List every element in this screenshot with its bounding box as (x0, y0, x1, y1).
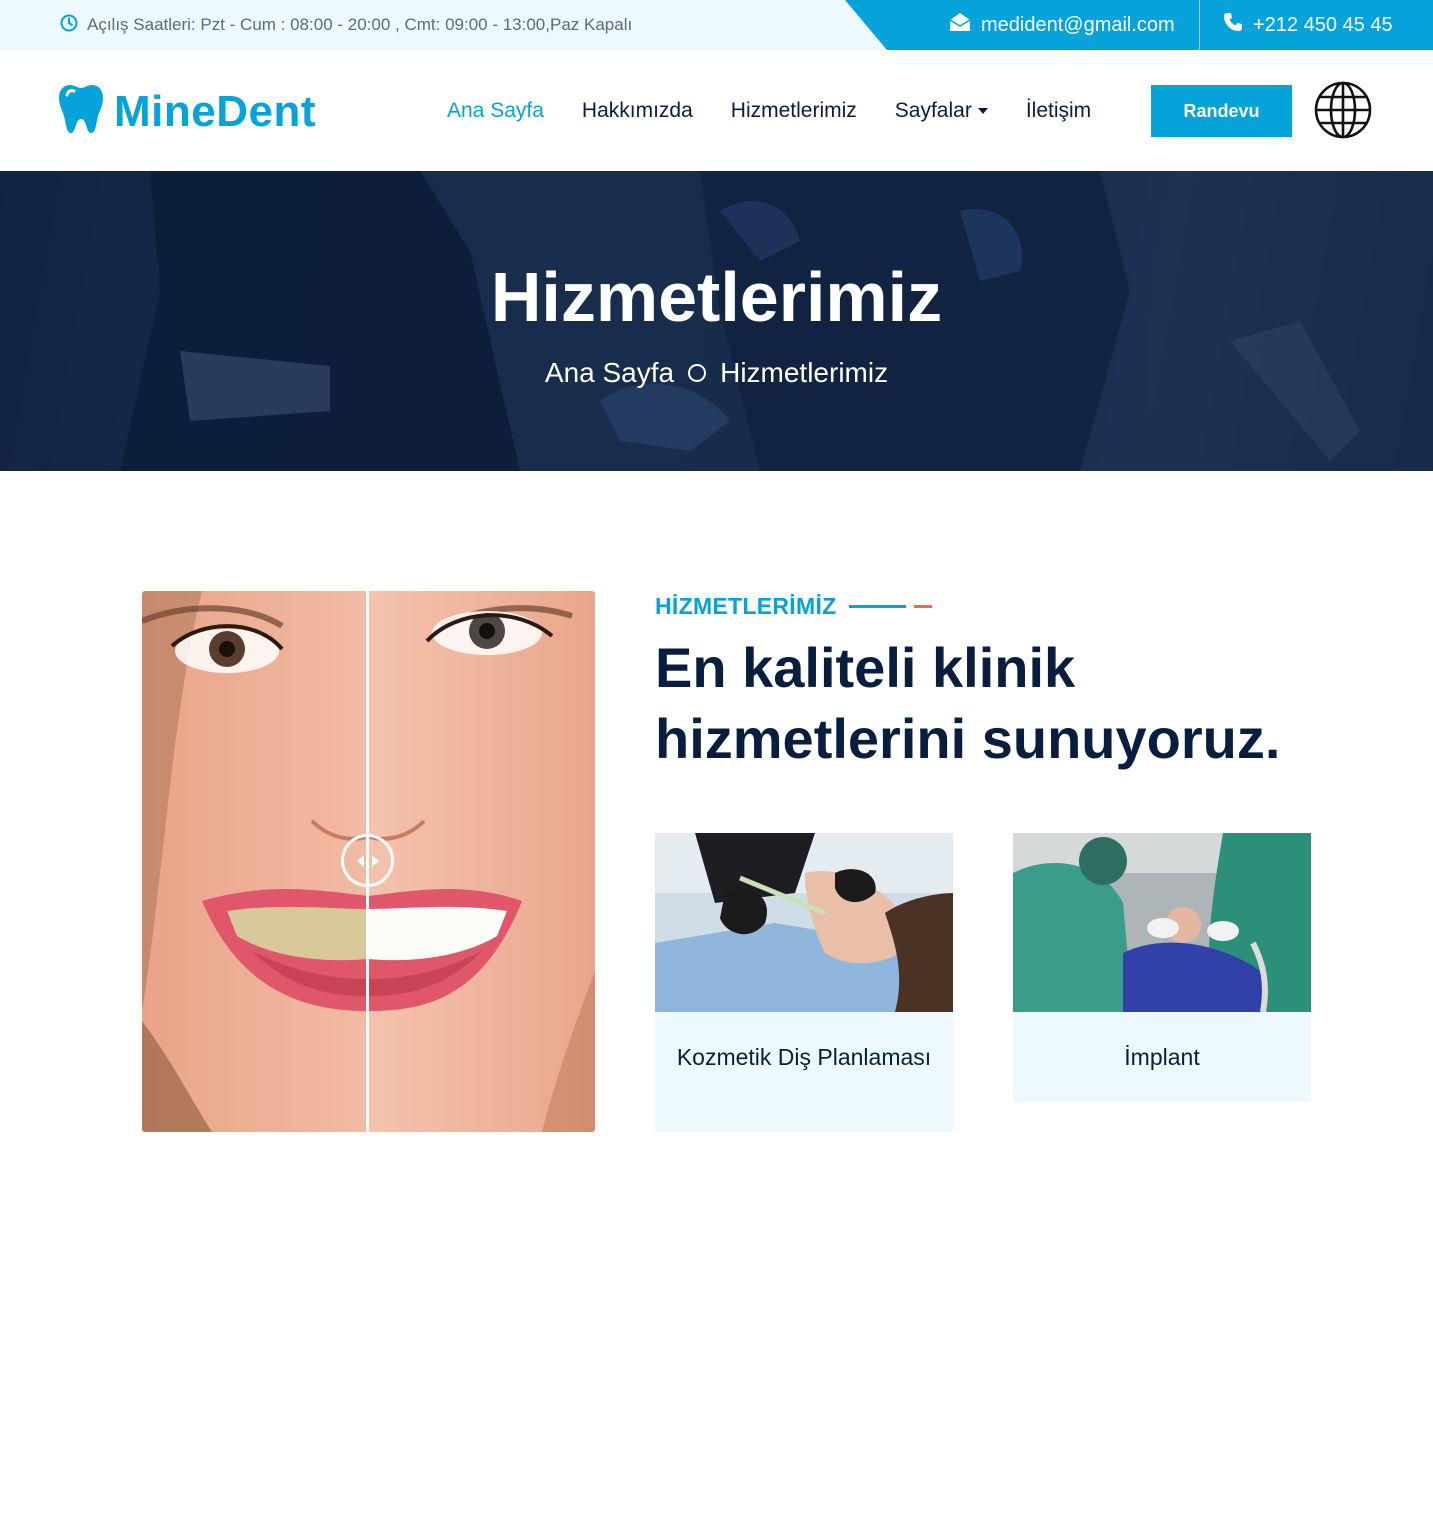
contact-bar: medident@gmail.com +212 450 45 45 (845, 0, 1433, 50)
service-card-implant[interactable]: İmplant (1013, 833, 1311, 1102)
section-kicker-text: HİZMETLERİMİZ (655, 593, 837, 619)
service-card-image (1013, 833, 1311, 1012)
section-title: En kaliteli klinik hizmetlerini sunuyoru… (655, 636, 1281, 770)
appointment-button[interactable]: Randevu (1151, 85, 1292, 137)
service-card-kozmetik[interactable]: Kozmetik Diş Planlaması (655, 833, 953, 1132)
phone-icon (1223, 12, 1243, 38)
service-card-image (655, 833, 953, 1012)
email-text: medident@gmail.com (981, 13, 1175, 36)
nav-item-ana-sayfa[interactable]: Ana Sayfa (447, 99, 544, 123)
kicker-line-accent (913, 605, 932, 608)
navbar: MineDent Ana Sayfa Hakkımızda Hizmetleri… (0, 50, 1433, 171)
breadcrumb-home-link[interactable]: Ana Sayfa (545, 357, 674, 389)
envelope-open-icon (949, 12, 971, 38)
nav-item-iletisim[interactable]: İletişim (1026, 99, 1091, 123)
section-kicker: HİZMETLERİMİZ (655, 593, 932, 620)
phone-text: +212 450 45 45 (1253, 13, 1393, 36)
nav-item-sayfalar-dropdown[interactable]: Sayfalar (895, 99, 988, 123)
caret-down-icon (977, 107, 988, 114)
dental-treatment-photo (655, 833, 953, 1012)
brand-logo[interactable]: MineDent (58, 83, 316, 140)
contact-divider (1199, 0, 1200, 50)
email-link[interactable]: medident@gmail.com (949, 0, 1175, 50)
kicker-line-primary (848, 605, 906, 608)
breadcrumb: Ana Sayfa Hizmetlerimiz (0, 357, 1433, 389)
before-after-slider[interactable] (142, 591, 595, 1132)
brand-name: MineDent (114, 86, 316, 136)
page-title: Hizmetlerimiz (490, 258, 943, 336)
left-right-arrows-icon[interactable] (341, 834, 394, 887)
clock-icon (60, 14, 78, 37)
tooth-icon (58, 83, 104, 140)
phone-link[interactable]: +212 450 45 45 (1223, 0, 1393, 50)
nav-item-hizmetlerimiz[interactable]: Hizmetlerimiz (731, 99, 857, 123)
page-header-hero: Hizmetlerimiz Ana Sayfa Hizmetlerimiz (0, 171, 1433, 471)
service-card-label: İmplant (1124, 1044, 1200, 1070)
globe-icon[interactable] (1313, 80, 1373, 140)
implant-surgery-photo (1013, 833, 1311, 1012)
breadcrumb-current: Hizmetlerimiz (720, 357, 889, 388)
nav-item-hakkimizda[interactable]: Hakkımızda (582, 99, 693, 123)
topbar: Açılış Saatleri: Pzt - Cum : 08:00 - 20:… (0, 0, 1433, 50)
opening-hours: Açılış Saatleri: Pzt - Cum : 08:00 - 20:… (60, 0, 632, 50)
service-card-label: Kozmetik Diş Planlaması (676, 1044, 932, 1070)
main-nav: Ana Sayfa Hakkımızda Hizmetlerimiz Sayfa… (447, 50, 1129, 171)
circle-separator-icon (688, 364, 707, 382)
opening-hours-text: Açılış Saatleri: Pzt - Cum : 08:00 - 20:… (87, 15, 633, 34)
